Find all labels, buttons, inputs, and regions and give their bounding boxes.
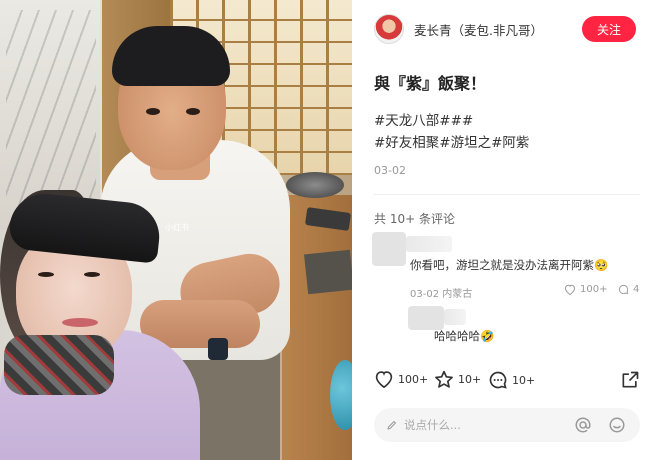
tag-line[interactable]: #好友相聚#游坦之#阿紫 bbox=[374, 132, 644, 154]
comment-like-button[interactable]: 100+ bbox=[564, 284, 607, 295]
like-count: 100+ bbox=[398, 372, 429, 386]
favorite-count: 10+ bbox=[458, 373, 482, 386]
photo-watermark: 小红书 bbox=[165, 223, 189, 232]
comment-like-count: 100+ bbox=[580, 284, 608, 295]
post-photo[interactable]: 小红书 bbox=[0, 0, 352, 460]
heart-icon bbox=[375, 371, 393, 388]
post-detail-panel: 麦长青（麦包.非凡哥） 关注 與『紫』飯聚！ #天龙八部### #好友相聚#游坦… bbox=[352, 0, 660, 460]
comment-text: 你看吧，游坦之就是没办法离开阿紫🥺 bbox=[410, 258, 609, 272]
author-header: 麦长青（麦包.非凡哥） 关注 bbox=[374, 14, 644, 44]
follow-button[interactable]: 关注 bbox=[582, 16, 636, 42]
favorite-button[interactable]: 10+ bbox=[434, 370, 481, 389]
heart-icon bbox=[564, 284, 576, 295]
comment-total: 10+ bbox=[512, 373, 536, 387]
comment-icon bbox=[618, 284, 629, 295]
comment-text: 哈哈哈哈🤣 bbox=[434, 329, 495, 343]
star-icon bbox=[435, 370, 453, 388]
comment-button[interactable]: 10+ bbox=[488, 370, 535, 390]
comment-icon bbox=[489, 371, 507, 389]
comment-count: 共 10+ 条评论 bbox=[374, 212, 455, 226]
post-title: 與『紫』飯聚！ bbox=[374, 74, 487, 93]
post-tags: #天龙八部### #好友相聚#游坦之#阿紫 bbox=[374, 110, 644, 154]
comment-avatar[interactable] bbox=[372, 232, 406, 266]
at-icon[interactable] bbox=[574, 416, 592, 434]
comment-reply-count: 4 bbox=[633, 284, 640, 295]
avatar[interactable] bbox=[374, 14, 404, 44]
post-actions-bar: 100+ 10+ 10+ bbox=[374, 366, 646, 396]
divider bbox=[374, 194, 640, 195]
comment-meta: 03-02 内蒙古 bbox=[410, 289, 473, 300]
post-date: 03-02 bbox=[374, 164, 406, 177]
comment-input-bar[interactable] bbox=[374, 408, 640, 442]
comment-reply-button[interactable]: 4 bbox=[618, 284, 639, 295]
pencil-icon bbox=[387, 421, 396, 430]
comment-avatar[interactable] bbox=[408, 306, 444, 330]
share-icon bbox=[622, 371, 639, 388]
share-button[interactable] bbox=[620, 370, 640, 394]
comment-input[interactable] bbox=[404, 418, 574, 432]
commenter-name[interactable] bbox=[406, 236, 452, 252]
author-name[interactable]: 麦长青（麦包.非凡哥） bbox=[414, 20, 543, 39]
tag-line[interactable]: #天龙八部### bbox=[374, 110, 644, 132]
emoji-icon[interactable] bbox=[608, 416, 626, 434]
commenter-name[interactable] bbox=[444, 309, 466, 325]
like-button[interactable]: 100+ bbox=[374, 370, 428, 388]
